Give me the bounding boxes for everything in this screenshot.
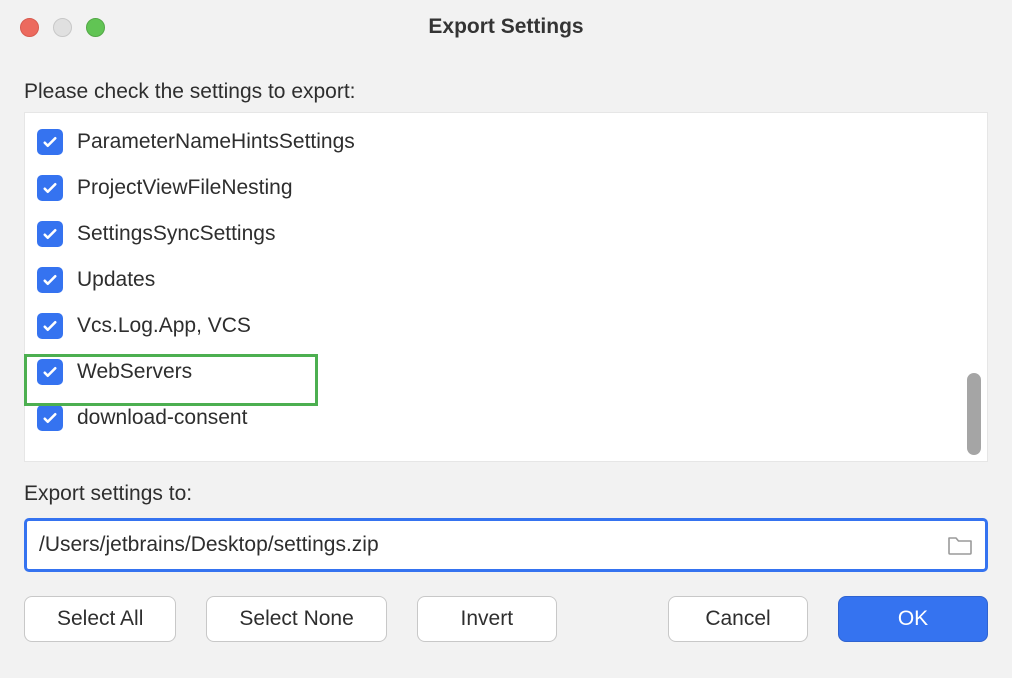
list-item-label: Vcs.Log.App, VCS: [77, 314, 251, 338]
check-icon: [41, 363, 59, 381]
list-item[interactable]: WebServers: [25, 349, 987, 395]
content-area: Please check the settings to export: Par…: [0, 48, 1012, 678]
window-maximize-button[interactable]: [86, 18, 105, 37]
list-item-label: ProjectViewFileNesting: [77, 176, 293, 200]
scrollbar-thumb[interactable]: [967, 373, 981, 455]
window-title: Export Settings: [428, 9, 583, 39]
instruction-label: Please check the settings to export:: [24, 80, 988, 104]
titlebar: Export Settings: [0, 0, 1012, 48]
list-item[interactable]: ParameterNameHintsSettings: [25, 119, 987, 165]
list-item-label: ParameterNameHintsSettings: [77, 130, 355, 154]
export-settings-window: Export Settings Please check the setting…: [0, 0, 1012, 678]
cancel-button[interactable]: Cancel: [668, 596, 808, 642]
check-icon: [41, 179, 59, 197]
window-close-button[interactable]: [20, 18, 39, 37]
invert-button[interactable]: Invert: [417, 596, 557, 642]
checkbox[interactable]: [37, 175, 63, 201]
checkbox[interactable]: [37, 313, 63, 339]
list-item-label: WebServers: [77, 360, 192, 384]
check-icon: [41, 133, 59, 151]
list-item-label: Updates: [77, 268, 155, 292]
checkbox[interactable]: [37, 359, 63, 385]
browse-folder-button[interactable]: [945, 532, 975, 558]
checkbox[interactable]: [37, 221, 63, 247]
settings-list-inner: ParameterNameHintsSettings ProjectViewFi…: [25, 113, 987, 447]
select-none-button[interactable]: Select None: [206, 596, 386, 642]
check-icon: [41, 271, 59, 289]
list-item-label: download-consent: [77, 406, 247, 430]
check-icon: [41, 409, 59, 427]
export-path-input[interactable]: [39, 533, 937, 557]
check-icon: [41, 225, 59, 243]
export-path-field-wrapper: [24, 518, 988, 572]
window-minimize-button[interactable]: [53, 18, 72, 37]
select-all-button[interactable]: Select All: [24, 596, 176, 642]
export-to-label: Export settings to:: [24, 482, 988, 506]
traffic-lights: [20, 18, 105, 37]
checkbox[interactable]: [37, 267, 63, 293]
button-row: Select All Select None Invert Cancel OK: [24, 596, 988, 662]
list-item[interactable]: Updates: [25, 257, 987, 303]
check-icon: [41, 317, 59, 335]
checkbox[interactable]: [37, 129, 63, 155]
checkbox[interactable]: [37, 405, 63, 431]
list-item-label: SettingsSyncSettings: [77, 222, 275, 246]
settings-list[interactable]: ParameterNameHintsSettings ProjectViewFi…: [24, 112, 988, 462]
list-item[interactable]: ProjectViewFileNesting: [25, 165, 987, 211]
list-item[interactable]: Vcs.Log.App, VCS: [25, 303, 987, 349]
list-item[interactable]: download-consent: [25, 395, 987, 441]
folder-icon: [947, 534, 973, 556]
ok-button[interactable]: OK: [838, 596, 988, 642]
list-item[interactable]: SettingsSyncSettings: [25, 211, 987, 257]
